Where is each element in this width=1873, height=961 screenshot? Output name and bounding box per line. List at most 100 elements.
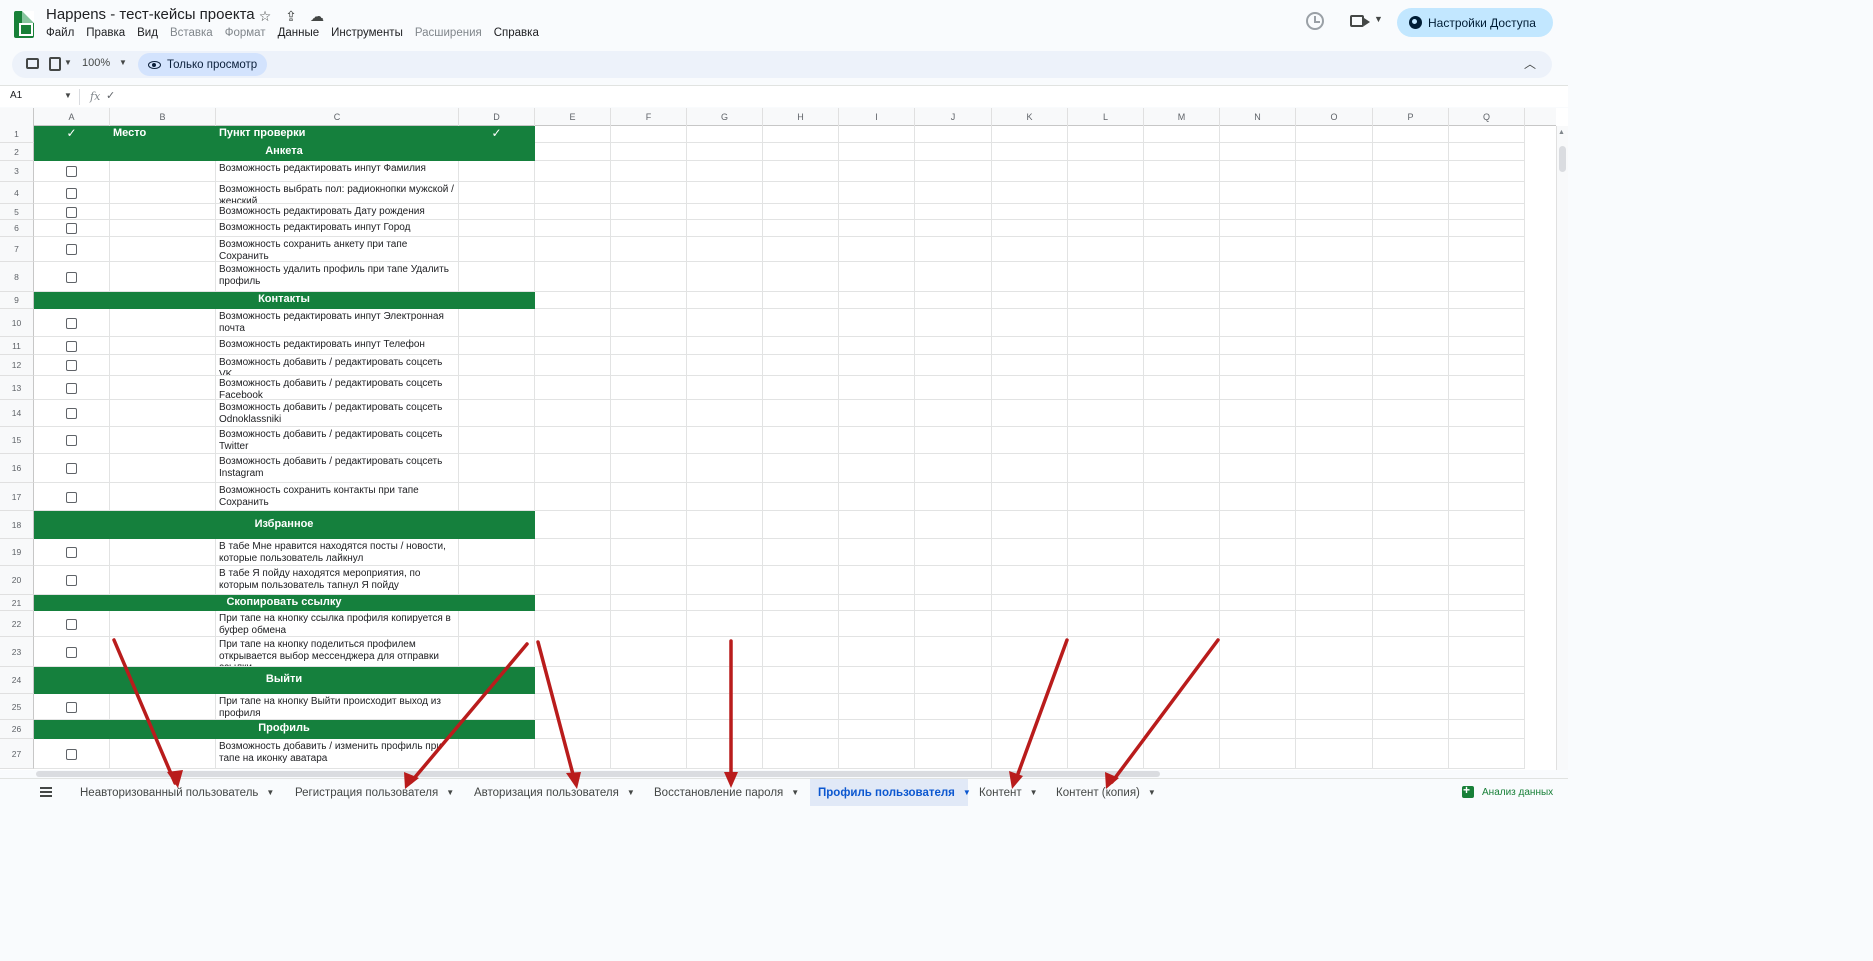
empty-cell[interactable] (611, 337, 687, 355)
row-header[interactable]: 24 (0, 667, 34, 694)
empty-cell[interactable] (1220, 376, 1296, 400)
empty-cell[interactable] (611, 667, 687, 694)
empty-cell[interactable] (1068, 355, 1144, 376)
empty-cell[interactable] (1220, 143, 1296, 161)
empty-cell[interactable] (839, 355, 915, 376)
empty-cell[interactable] (915, 182, 992, 204)
column-header[interactable]: K (992, 108, 1068, 126)
empty-cell[interactable] (1144, 511, 1220, 539)
place-cell[interactable] (110, 220, 216, 237)
empty-cell[interactable] (1144, 262, 1220, 292)
empty-cell[interactable] (1449, 720, 1525, 739)
empty-cell[interactable] (763, 292, 839, 309)
empty-cell[interactable] (992, 237, 1068, 262)
empty-cell[interactable] (915, 511, 992, 539)
empty-cell[interactable] (611, 237, 687, 262)
empty-cell[interactable] (687, 182, 763, 204)
empty-cell[interactable] (611, 637, 687, 667)
empty-cell[interactable] (535, 376, 611, 400)
empty-cell[interactable] (611, 161, 687, 182)
empty-cell[interactable] (992, 539, 1068, 566)
empty-cell[interactable] (1373, 539, 1449, 566)
all-sheets-menu-icon[interactable] (40, 787, 52, 797)
empty-cell[interactable] (1449, 739, 1525, 769)
empty-cell[interactable] (1068, 400, 1144, 427)
sheet-tab[interactable]: Регистрация пользователя ▼ (287, 779, 457, 806)
empty-cell[interactable] (1296, 483, 1373, 511)
row-header[interactable]: 2 (0, 143, 34, 161)
place-cell[interactable] (110, 637, 216, 667)
empty-cell[interactable] (839, 400, 915, 427)
empty-cell[interactable] (1296, 355, 1373, 376)
result-cell[interactable] (459, 611, 535, 637)
select-all-corner[interactable] (0, 108, 34, 126)
empty-cell[interactable] (992, 220, 1068, 237)
name-box[interactable]: A1 (10, 90, 22, 101)
empty-cell[interactable] (1449, 566, 1525, 595)
row-header[interactable]: 14 (0, 400, 34, 427)
empty-cell[interactable] (992, 611, 1068, 637)
empty-cell[interactable] (1144, 337, 1220, 355)
row-header[interactable]: 27 (0, 739, 34, 769)
empty-cell[interactable] (1068, 539, 1144, 566)
empty-cell[interactable] (1373, 595, 1449, 611)
empty-cell[interactable] (1373, 337, 1449, 355)
document-title[interactable]: Happens - тест-кейсы проекта (46, 6, 255, 23)
empty-cell[interactable] (1296, 126, 1373, 143)
sheet-tab[interactable]: Контент (копия) ▼ (1048, 779, 1166, 806)
chevron-up-icon[interactable]: ︿ (1524, 55, 1536, 72)
empty-cell[interactable] (1068, 611, 1144, 637)
checkbox[interactable] (66, 619, 77, 630)
empty-cell[interactable] (1220, 427, 1296, 454)
empty-cell[interactable] (687, 720, 763, 739)
empty-cell[interactable] (1068, 694, 1144, 720)
empty-cell[interactable] (687, 337, 763, 355)
empty-cell[interactable] (915, 483, 992, 511)
row-header[interactable]: 20 (0, 566, 34, 595)
checkpoint-cell[interactable]: Возможность добавить / редактировать соц… (216, 427, 459, 454)
place-cell[interactable] (110, 454, 216, 483)
checkbox[interactable] (66, 575, 77, 586)
place-cell[interactable] (110, 182, 216, 204)
empty-cell[interactable] (1449, 400, 1525, 427)
empty-cell[interactable] (992, 161, 1068, 182)
empty-cell[interactable] (992, 483, 1068, 511)
scroll-up-icon[interactable]: ▲ (1558, 129, 1565, 136)
empty-cell[interactable] (535, 161, 611, 182)
empty-cell[interactable] (1296, 539, 1373, 566)
empty-cell[interactable] (687, 161, 763, 182)
empty-cell[interactable] (763, 566, 839, 595)
empty-cell[interactable] (1296, 182, 1373, 204)
empty-cell[interactable] (1296, 309, 1373, 337)
empty-cell[interactable] (1449, 161, 1525, 182)
empty-cell[interactable] (992, 720, 1068, 739)
empty-cell[interactable] (1296, 595, 1373, 611)
sheet-tab[interactable]: Профиль пользователя ▼ (810, 779, 971, 806)
empty-cell[interactable] (839, 637, 915, 667)
move-to-folder-icon[interactable]: ⇪ (282, 8, 300, 25)
empty-cell[interactable] (611, 204, 687, 220)
empty-cell[interactable] (687, 454, 763, 483)
empty-cell[interactable] (611, 739, 687, 769)
sheets-logo-icon[interactable] (14, 11, 34, 38)
checkbox[interactable] (66, 244, 77, 255)
cloud-status-icon[interactable]: ☁ (308, 8, 326, 25)
empty-cell[interactable] (992, 182, 1068, 204)
result-cell[interactable] (459, 309, 535, 337)
empty-cell[interactable] (535, 720, 611, 739)
result-cell[interactable] (459, 739, 535, 769)
checkbox-cell[interactable] (34, 182, 110, 204)
empty-cell[interactable] (1220, 539, 1296, 566)
place-cell[interactable] (110, 739, 216, 769)
empty-cell[interactable] (611, 143, 687, 161)
header-check-cell[interactable]: ✓ (34, 126, 110, 143)
empty-cell[interactable] (535, 400, 611, 427)
empty-cell[interactable] (1373, 566, 1449, 595)
empty-cell[interactable] (535, 637, 611, 667)
empty-cell[interactable] (1373, 376, 1449, 400)
empty-cell[interactable] (992, 595, 1068, 611)
empty-cell[interactable] (1296, 694, 1373, 720)
empty-cell[interactable] (839, 454, 915, 483)
empty-cell[interactable] (915, 204, 992, 220)
empty-cell[interactable] (687, 637, 763, 667)
